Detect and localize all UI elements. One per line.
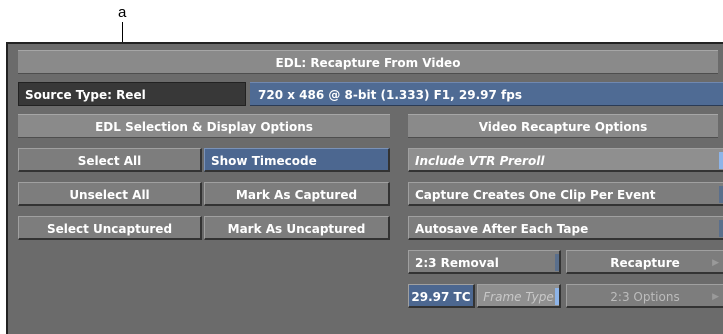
frame-type-dropdown[interactable]: Frame Type: [477, 284, 561, 308]
removal-23-label: 2:3 Removal: [415, 256, 499, 270]
show-timecode-button[interactable]: Show Timecode: [204, 148, 390, 172]
recapture-arrow-icon: ▶: [712, 258, 719, 268]
callout-label: a: [118, 4, 127, 21]
mark-as-captured-button[interactable]: Mark As Captured: [204, 182, 390, 206]
autosave-label: Autosave After Each Tape: [415, 222, 589, 236]
capture-one-clip-label: Capture Creates One Clip Per Event: [415, 188, 656, 202]
tc-2997-button[interactable]: 29.97 TC: [408, 284, 475, 308]
removal-23-toggle[interactable]: 2:3 Removal: [408, 250, 561, 274]
select-uncaptured-button[interactable]: Select Uncaptured: [18, 216, 202, 240]
preroll-indicator-icon: [719, 152, 723, 169]
edl-recapture-panel: EDL: Recapture From Video Source Type: R…: [6, 42, 723, 334]
video-recapture-header: Video Recapture Options: [408, 114, 718, 138]
options-arrow-icon: ▶: [712, 292, 719, 302]
frame-type-label: Frame Type: [483, 290, 554, 304]
unselect-all-button[interactable]: Unselect All: [18, 182, 202, 206]
capture-indicator-icon: [719, 186, 723, 203]
removal-indicator-icon: [555, 254, 559, 271]
options-23-label: 2:3 Options: [610, 290, 680, 304]
include-vtr-preroll-toggle[interactable]: Include VTR Preroll: [408, 148, 723, 172]
mark-as-uncaptured-button[interactable]: Mark As Uncaptured: [204, 216, 390, 240]
recapture-label: Recapture: [610, 256, 680, 270]
options-23-button[interactable]: 2:3 Options ▶: [566, 284, 723, 308]
frame-type-indicator-icon: [555, 288, 559, 305]
autosave-indicator-icon: [719, 220, 723, 237]
format-info-field: 720 x 486 @ 8-bit (1.333) F1, 29.97 fps: [250, 82, 723, 106]
panel-title: EDL: Recapture From Video: [18, 50, 718, 74]
select-all-button[interactable]: Select All: [18, 148, 202, 172]
recapture-button[interactable]: Recapture ▶: [566, 250, 723, 274]
source-type-field: Source Type: Reel: [18, 82, 246, 106]
autosave-toggle[interactable]: Autosave After Each Tape: [408, 216, 723, 240]
capture-one-clip-toggle[interactable]: Capture Creates One Clip Per Event: [408, 182, 723, 206]
edl-options-header: EDL Selection & Display Options: [18, 114, 390, 138]
include-vtr-preroll-label: Include VTR Preroll: [415, 154, 545, 168]
